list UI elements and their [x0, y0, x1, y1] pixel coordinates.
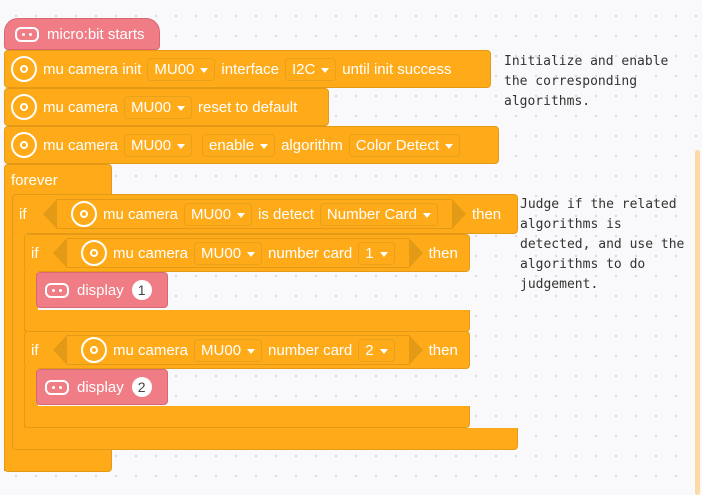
number-card-condition[interactable]: mu camera MU00 number card 2: [53, 335, 423, 365]
init-suffix: until init success: [342, 60, 452, 78]
display-1-block[interactable]: display 1: [36, 272, 168, 308]
camera-icon: [11, 94, 37, 120]
reset-prefix: mu camera: [43, 98, 119, 116]
then-keyword: then: [471, 205, 502, 223]
forever-label: forever: [11, 172, 58, 189]
number-dropdown[interactable]: 1: [358, 241, 395, 265]
device-dropdown[interactable]: MU00: [194, 338, 263, 362]
camera-icon: [71, 201, 97, 227]
device-dropdown[interactable]: MU00: [124, 95, 193, 119]
display-label: display: [77, 378, 124, 396]
camera-reset-block[interactable]: mu camera MU00 reset to default: [4, 88, 329, 126]
camera-icon: [11, 132, 37, 158]
device-dropdown[interactable]: MU00: [147, 57, 216, 81]
if-1-foot: [24, 310, 470, 332]
display-value-field[interactable]: 2: [131, 377, 152, 397]
if-number-card-1-block[interactable]: if mu camera MU00 number card 1 then: [24, 234, 470, 272]
display-label: display: [77, 281, 124, 299]
camera-icon: [11, 56, 37, 82]
display-value-field[interactable]: 1: [131, 280, 152, 300]
display-2-block[interactable]: display 2: [36, 369, 168, 405]
if-detect-foot: [12, 428, 518, 450]
detect-condition[interactable]: mu camera MU00 is detect Number Card: [43, 199, 466, 229]
camera-icon: [81, 337, 107, 363]
device-dropdown[interactable]: MU00: [194, 241, 263, 265]
hat-label: micro:bit starts: [47, 25, 145, 43]
comment-initialize: Initialize and enable the corresponding …: [504, 54, 669, 109]
init-mid: interface: [221, 60, 279, 78]
microbit-icon: [45, 379, 69, 395]
camera-icon: [81, 240, 107, 266]
forever-block[interactable]: forever: [4, 164, 112, 194]
init-prefix: mu camera init: [43, 60, 142, 78]
if-detect-block[interactable]: if mu camera MU00 is detect Number Card …: [12, 194, 518, 234]
number-card-condition[interactable]: mu camera MU00 number card 1: [53, 238, 423, 268]
if-keyword: if: [19, 205, 27, 223]
microbit-starts-block[interactable]: micro:bit starts: [4, 18, 160, 50]
microbit-icon: [15, 26, 39, 42]
algorithm-dropdown[interactable]: Color Detect: [348, 133, 461, 157]
then-keyword: then: [428, 244, 458, 262]
reset-suffix: reset to default: [198, 98, 298, 116]
algorithm-dropdown[interactable]: Number Card: [319, 202, 438, 226]
then-keyword: then: [428, 341, 458, 359]
if-number-card-2-block[interactable]: if mu camera MU00 number card 2 then: [24, 331, 470, 369]
enable-mode-dropdown[interactable]: enable: [202, 133, 276, 157]
if-keyword: if: [31, 341, 39, 359]
forever-foot: [4, 450, 112, 472]
device-dropdown[interactable]: MU00: [124, 133, 193, 157]
comment-judge: Judge if the related algorithms is detec…: [520, 197, 685, 292]
number-dropdown[interactable]: 2: [358, 338, 395, 362]
if-keyword: if: [31, 244, 39, 262]
enable-prefix: mu camera: [43, 136, 119, 154]
camera-enable-block[interactable]: mu camera MU00 enable algorithm Color De…: [4, 126, 499, 164]
enable-mid: algorithm: [281, 136, 343, 154]
vertical-scrollbar[interactable]: [695, 150, 700, 495]
device-dropdown[interactable]: MU00: [184, 202, 253, 226]
camera-init-block[interactable]: mu camera init MU00 interface I2C until …: [4, 50, 491, 88]
microbit-icon: [45, 282, 69, 298]
interface-dropdown[interactable]: I2C: [284, 57, 337, 81]
if-2-foot: [24, 406, 470, 428]
